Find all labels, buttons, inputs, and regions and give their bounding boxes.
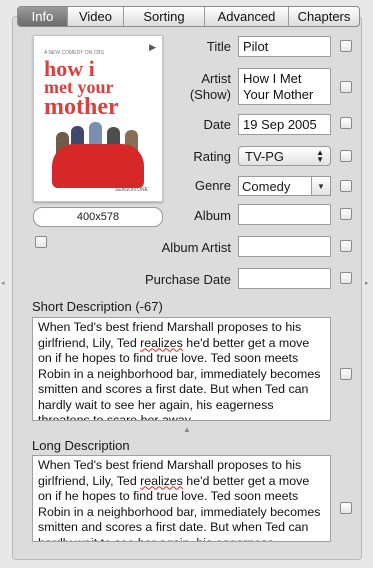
- spelling-flagged-word: realizes: [140, 335, 183, 350]
- tab-sorting[interactable]: Sorting: [123, 7, 204, 26]
- rating-label: Rating: [193, 149, 231, 164]
- artist-label: Artist (Show): [170, 71, 231, 103]
- title-label: Title: [206, 39, 231, 54]
- triangle-down-icon[interactable]: ▼: [311, 177, 330, 195]
- artwork-size-badge: 400x578: [33, 207, 163, 227]
- album-label: Album: [194, 208, 231, 223]
- artwork-season: SEASON ONE: [114, 187, 148, 193]
- purchase-date-checkbox[interactable]: [340, 272, 352, 284]
- tab-video[interactable]: Video: [67, 7, 123, 26]
- long-description-checkbox[interactable]: [340, 502, 352, 514]
- purchase-date-label: Purchase Date: [145, 272, 231, 287]
- date-label: Date: [203, 117, 231, 132]
- tab-advanced[interactable]: Advanced: [204, 7, 288, 26]
- caret-up-icon[interactable]: ▲: [183, 425, 191, 434]
- artist-checkbox[interactable]: [340, 81, 352, 93]
- left-resize-marker: ◂: [1, 280, 5, 287]
- artist-label-line-1: Artist: [201, 71, 231, 86]
- date-checkbox[interactable]: [340, 117, 352, 129]
- artwork-well[interactable]: A NEW COMEDY ON CBS how i met your mothe…: [33, 35, 163, 202]
- right-resize-marker: ▸: [365, 280, 369, 287]
- rating-select[interactable]: TV-PG ▲ ▼: [238, 146, 331, 166]
- artwork-title-line-3: mother: [44, 94, 119, 120]
- long-description-label: Long Description: [32, 438, 130, 453]
- genre-value: Comedy: [242, 178, 291, 194]
- title-field[interactable]: Pilot: [238, 36, 331, 57]
- short-description-label: Short Description (-67): [32, 299, 163, 314]
- genre-label: Genre: [194, 178, 231, 193]
- date-field[interactable]: 19 Sep 2005: [238, 114, 331, 135]
- rating-checkbox[interactable]: [340, 150, 352, 162]
- artwork-checkbox[interactable]: [35, 236, 47, 248]
- long-description-textarea[interactable]: When Ted's best friend Marshall proposes…: [32, 455, 331, 542]
- album-checkbox[interactable]: [340, 208, 352, 220]
- album-artist-label: Album Artist: [161, 240, 231, 255]
- artist-field[interactable]: How I Met Your Mother: [238, 68, 331, 105]
- genre-checkbox[interactable]: [340, 180, 352, 192]
- short-description-checkbox[interactable]: [340, 368, 352, 380]
- tab-bar: Info Video Sorting Advanced Chapters: [17, 6, 360, 27]
- short-description-textarea[interactable]: When Ted's best friend Marshall proposes…: [32, 317, 331, 421]
- genre-combo[interactable]: Comedy ▼: [238, 176, 331, 196]
- album-field[interactable]: [238, 204, 331, 225]
- title-checkbox[interactable]: [340, 40, 352, 52]
- album-artist-checkbox[interactable]: [340, 240, 352, 252]
- tab-info[interactable]: Info: [18, 7, 67, 26]
- tab-chapters[interactable]: Chapters: [288, 7, 359, 26]
- play-icon[interactable]: ▶: [149, 42, 156, 53]
- artist-label-line-2: (Show): [189, 87, 231, 102]
- spelling-flagged-word: realizes: [140, 473, 183, 488]
- purchase-date-field[interactable]: [238, 268, 331, 289]
- rating-value: TV-PG: [245, 148, 285, 164]
- red-couch: [52, 144, 144, 188]
- album-artist-field[interactable]: [238, 236, 331, 257]
- up-down-chevron-icon: ▲ ▼: [316, 148, 324, 164]
